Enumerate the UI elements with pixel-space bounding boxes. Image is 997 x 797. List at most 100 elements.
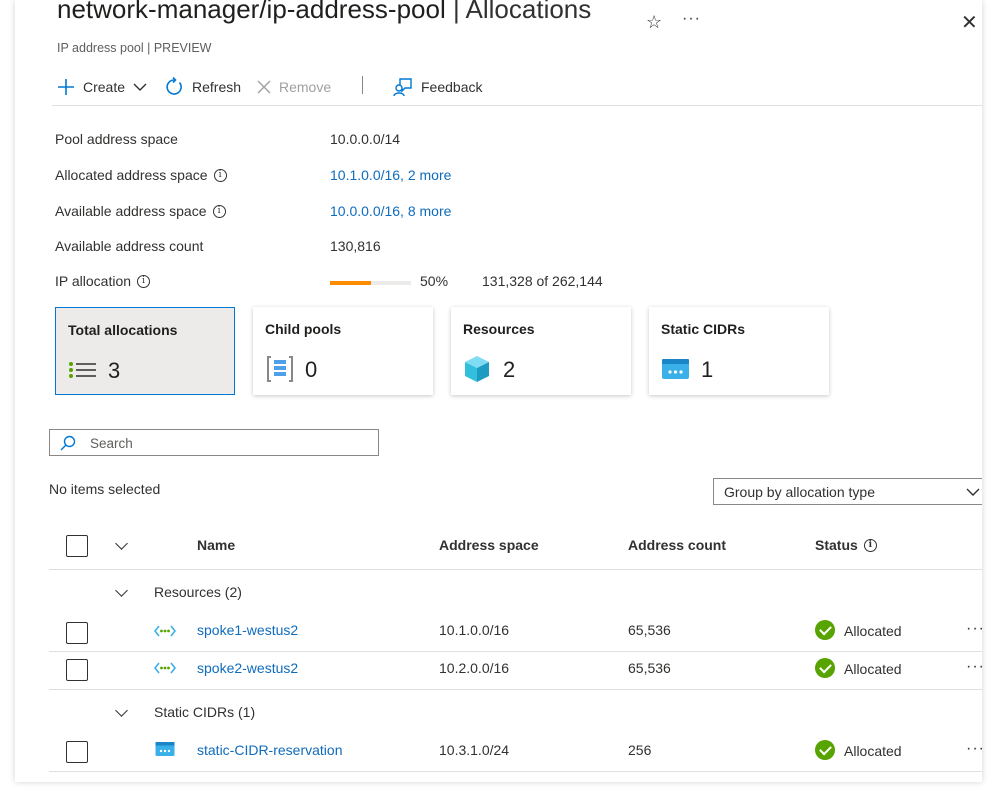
- column-header-name[interactable]: Name: [197, 537, 235, 553]
- card-title: Resources: [463, 321, 535, 337]
- available-address-space-label: Available address space i: [55, 203, 226, 219]
- allocated-address-space-link[interactable]: 10.1.0.0/16, 2 more: [330, 167, 451, 183]
- selection-status: No items selected: [49, 481, 161, 497]
- remove-x-icon: [257, 80, 271, 94]
- remove-label: Remove: [279, 79, 332, 95]
- search-icon: [60, 435, 76, 451]
- chevron-down-icon: [966, 488, 980, 496]
- card-value: 1: [701, 357, 714, 382]
- row-address-count: 65,536: [628, 660, 671, 676]
- feedback-label: Feedback: [421, 79, 483, 95]
- more-options-icon[interactable]: ···: [682, 10, 701, 28]
- create-button[interactable]: Create: [57, 76, 147, 98]
- available-address-count-value: 130,816: [330, 238, 381, 254]
- select-all-checkbox[interactable]: [66, 535, 88, 557]
- available-address-count-label: Available address count: [55, 238, 203, 254]
- card-value: 3: [108, 358, 121, 383]
- status-allocated-icon: [815, 658, 835, 678]
- pool-address-space-value: 10.0.0.0/14: [330, 131, 401, 147]
- search-input[interactable]: Search: [49, 429, 379, 456]
- toolbar-divider-line: [52, 105, 982, 106]
- row-address-count: 256: [628, 742, 652, 758]
- available-address-space-label-text: Available address space: [55, 203, 207, 219]
- vnet-icon: [153, 661, 177, 678]
- card-value: 0: [305, 357, 318, 382]
- group-chevron-icon[interactable]: [115, 704, 128, 717]
- row-divider: [49, 771, 982, 772]
- row-name-link[interactable]: static-CIDR-reservation: [197, 742, 342, 758]
- refresh-icon: [166, 77, 182, 95]
- group-by-selected: Group by allocation type: [724, 484, 875, 500]
- row-status: Allocated: [844, 661, 902, 677]
- column-header-status-label: Status: [815, 537, 858, 553]
- row-address-space: 10.2.0.0/16: [439, 660, 510, 676]
- card-resources[interactable]: Resources 2: [451, 307, 631, 395]
- page-title-main: network-manager/ip-address-pool: [57, 0, 446, 24]
- static-cidr-icon: [661, 355, 691, 383]
- refresh-label: Refresh: [192, 79, 242, 95]
- row-name-link[interactable]: spoke1-westus2: [197, 622, 298, 638]
- card-value: 2: [503, 357, 516, 382]
- page-subtitle: IP address pool | PREVIEW: [57, 41, 212, 55]
- list-icon: [68, 356, 98, 384]
- create-label: Create: [83, 79, 126, 95]
- group-by-dropdown[interactable]: Group by allocation type: [713, 478, 982, 505]
- status-allocated-icon: [815, 620, 835, 640]
- row-checkbox[interactable]: [66, 622, 88, 644]
- row-checkbox[interactable]: [66, 659, 88, 681]
- ip-allocation-detail: 131,328 of 262,144: [482, 273, 603, 289]
- remove-button[interactable]: Remove: [257, 76, 331, 98]
- feedback-icon: [393, 78, 412, 97]
- card-static-cidrs[interactable]: Static CIDRs 1: [649, 307, 829, 395]
- column-header-status[interactable]: Status i: [815, 537, 877, 553]
- row-address-space: 10.3.1.0/24: [439, 742, 510, 758]
- available-address-space-link[interactable]: 10.0.0.0/16, 8 more: [330, 203, 451, 219]
- ip-allocation-label-text: IP allocation: [55, 273, 132, 289]
- column-header-address-count[interactable]: Address count: [628, 537, 726, 553]
- info-icon[interactable]: i: [137, 274, 151, 288]
- static-cidr-icon: [155, 741, 175, 760]
- card-child-pools[interactable]: Child pools 0: [253, 307, 433, 395]
- chevron-down-icon: [133, 83, 147, 91]
- refresh-button[interactable]: Refresh: [164, 76, 241, 98]
- info-icon[interactable]: i: [863, 538, 877, 552]
- page-title-separator: |: [445, 0, 466, 24]
- column-header-address-space[interactable]: Address space: [439, 537, 539, 553]
- row-more-icon[interactable]: ···: [966, 740, 982, 758]
- card-title: Total allocations: [68, 322, 178, 338]
- header-divider: [49, 569, 982, 570]
- card-title: Child pools: [265, 321, 342, 337]
- card-total-allocations[interactable]: Total allocations 3: [55, 307, 235, 395]
- row-checkbox[interactable]: [66, 741, 88, 763]
- row-divider: [49, 689, 982, 690]
- info-icon[interactable]: i: [213, 168, 227, 182]
- child-pool-icon: [265, 355, 295, 383]
- row-name-link[interactable]: spoke2-westus2: [197, 660, 298, 676]
- allocations-blade: network-manager/ip-address-pool | Alloca…: [15, 0, 982, 782]
- ip-allocation-percent: 50%: [420, 273, 449, 289]
- feedback-button[interactable]: Feedback: [393, 76, 482, 98]
- row-status: Allocated: [844, 743, 902, 759]
- info-icon[interactable]: i: [212, 204, 226, 218]
- plus-icon: [58, 79, 74, 95]
- allocated-address-space-label: Allocated address space i: [55, 167, 227, 183]
- available-address-count-label-text: Available address count: [55, 238, 204, 254]
- allocated-address-space-label-text: Allocated address space: [55, 167, 208, 183]
- cube-icon: [463, 355, 493, 383]
- page-title-section: Allocations: [465, 0, 592, 24]
- card-title: Static CIDRs: [661, 321, 746, 337]
- group-label-static-cidrs[interactable]: Static CIDRs (1): [154, 704, 255, 720]
- row-more-icon[interactable]: ···: [966, 658, 982, 676]
- row-more-icon[interactable]: ···: [966, 620, 982, 638]
- group-label-resources[interactable]: Resources (2): [154, 584, 242, 600]
- favorite-star-icon[interactable]: ☆: [646, 12, 662, 33]
- row-status: Allocated: [844, 623, 902, 639]
- collapse-all-chevron-icon[interactable]: [115, 537, 128, 550]
- row-divider: [49, 651, 982, 652]
- row-address-count: 65,536: [628, 622, 671, 638]
- close-icon[interactable]: ✕: [961, 10, 978, 35]
- group-chevron-icon[interactable]: [115, 584, 128, 597]
- toolbar-divider: [362, 76, 363, 94]
- search-placeholder: Search: [90, 436, 133, 451]
- ip-allocation-progress-fill: [330, 281, 371, 285]
